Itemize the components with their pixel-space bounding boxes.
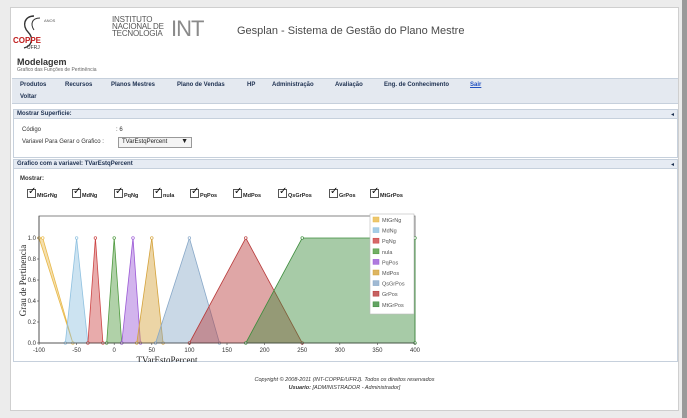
data-point-GrPos (244, 236, 248, 240)
x-tick-label: 50 (148, 348, 155, 354)
footer-user: Usuario: [ADMINISTRADOR - Administrador] (11, 385, 678, 391)
codigo-label: Código (22, 127, 42, 133)
data-point-MdPos (150, 236, 154, 240)
menu-item-eng-conhecimento[interactable]: Eng. de Conhecimento (384, 79, 449, 91)
y-tick-label: 0.2 (28, 320, 37, 326)
chart-panel-title: Grafico com a variavel: TVarEstqPercent (17, 161, 133, 167)
legend-label-nula: nula (382, 250, 393, 256)
app-title: Gesplan - Sistema de Gestão do Plano Mes… (237, 25, 465, 37)
codigo-value: : 6 (116, 127, 123, 133)
menu-item-voltar[interactable]: Voltar (20, 91, 37, 103)
collapse-icon[interactable]: ◂ (671, 111, 674, 118)
data-point-PqPos (131, 236, 135, 240)
data-point-MtGrNg (41, 236, 45, 240)
legend-label-PqNg: PqNg (382, 239, 396, 245)
legend-swatch-QsGrPos (372, 280, 380, 286)
legend-swatch-PqNg (372, 237, 380, 244)
collapse-icon[interactable]: ◂ (671, 161, 674, 168)
x-tick-label: 0 (113, 348, 117, 354)
y-tick-label: 1.0 (28, 236, 37, 242)
page-title: Modelagem (17, 57, 67, 67)
y-tick-label: 0.6 (28, 278, 37, 284)
legend-swatch-nula (372, 248, 380, 255)
legend-swatch-MdNg (372, 227, 380, 233)
legend-swatch-MdPos (372, 269, 380, 276)
chart-panel-body: Mostrar: MtGrNg MdNg PqNg nula PqPos MdP… (13, 169, 678, 362)
surface-panel-title: Mostrar Superficie: (17, 111, 72, 117)
x-tick-label: 400 (410, 348, 421, 354)
logo-int-text: INSTITUTO NACIONAL DE TECNOLOGIA (112, 15, 164, 38)
legend-swatch-PqPos (372, 259, 380, 265)
logo-coppe: COPPE (13, 36, 42, 45)
window-scrollbar[interactable] (682, 0, 687, 418)
legend-label-PqPos: PqPos (382, 260, 398, 266)
menu-item-administracao[interactable]: Administração (272, 79, 314, 91)
x-tick-label: 100 (184, 348, 195, 354)
footer-copyright: Copyright © 2008-2011 (INT-COPPE/UFRJ). … (254, 377, 435, 383)
surface-panel-body: Código : 6 Variavel Para Gerar o Grafico… (13, 119, 678, 158)
x-tick-label: 350 (372, 348, 383, 354)
page-subtitle: Grafico das Funções de Pertinência (17, 67, 97, 73)
footer-user-label: Usuario: (288, 385, 311, 391)
x-tick-label: -100 (33, 348, 46, 354)
legend-label-GrPos: GrPos (382, 292, 398, 298)
legend-label-MtGrNg: MtGrNg (382, 218, 401, 224)
variable-select-value: TVarEstqPercent (122, 139, 168, 145)
logo-int-mark: INT (171, 16, 204, 41)
surface-panel-header[interactable]: Mostrar Superficie: ◂ (13, 109, 678, 119)
menu-item-planos-mestres[interactable]: Planos Mestres (111, 79, 155, 91)
legend-swatch-MtGrPos (372, 301, 380, 308)
data-point-MdNg (74, 236, 79, 240)
x-tick-label: 200 (260, 348, 271, 354)
y-tick-label: 0.8 (28, 257, 37, 263)
legend-label-MtGrPos: MtGrPos (382, 303, 404, 309)
header: ANOS COPPE UFRJ INSTITUTO NACIONAL DE TE… (11, 8, 678, 56)
legend-swatch-MtGrNg (372, 216, 380, 223)
x-tick-label: -50 (72, 348, 81, 354)
menu-item-avaliacao[interactable]: Avaliação (335, 79, 363, 91)
footer-user-value: [ADMINISTRADOR - Administrador] (312, 385, 401, 391)
legend-label-MdNg: MdNg (382, 229, 397, 235)
data-point-PqNg (93, 236, 98, 240)
menu-item-sair[interactable]: Sair (470, 79, 481, 91)
logo-ufrj: UFRJ (27, 45, 40, 51)
legend-swatch-GrPos (372, 290, 380, 297)
menu-item-plano-de-vendas[interactable]: Plano de Vendas (177, 79, 225, 91)
menu-item-produtos[interactable]: Produtos (20, 79, 46, 91)
x-axis-label: TVarEstqPercent (137, 355, 198, 362)
x-tick-label: 250 (297, 348, 308, 354)
variable-label: Variavel Para Gerar o Grafico : (22, 139, 104, 145)
dropdown-arrow-icon: ▼ (181, 138, 188, 145)
main-menu: Produtos Recursos Planos Mestres Plano d… (12, 78, 678, 104)
legend-label-QsGrPos: QsGrPos (382, 282, 405, 288)
menu-item-recursos[interactable]: Recursos (65, 79, 92, 91)
y-tick-label: 0.4 (28, 299, 37, 305)
data-point-nula (112, 236, 116, 240)
legend-label-MdPos: MdPos (382, 271, 399, 277)
x-tick-label: 150 (222, 348, 233, 354)
y-tick-label: 0.0 (28, 341, 37, 347)
x-tick-label: 300 (335, 348, 346, 354)
logo-anos: ANOS (44, 18, 56, 23)
data-point-MtGrPos (300, 236, 304, 240)
y-axis-label: Grau de Pertinencia (18, 245, 28, 316)
variable-select[interactable]: TVarEstqPercent ▼ (118, 137, 192, 148)
membership-chart: -100 -50 0 50 100 150 200 250 300 350 400 0.0 0.2 0.4… (18, 213, 421, 362)
chart-panel-header[interactable]: Grafico com a variavel: TVarEstqPercent … (13, 159, 678, 169)
page-container: ANOS COPPE UFRJ INSTITUTO NACIONAL DE TE… (10, 7, 679, 411)
menu-item-hp[interactable]: HP (247, 79, 255, 91)
data-point-QsGrPos (187, 236, 192, 240)
